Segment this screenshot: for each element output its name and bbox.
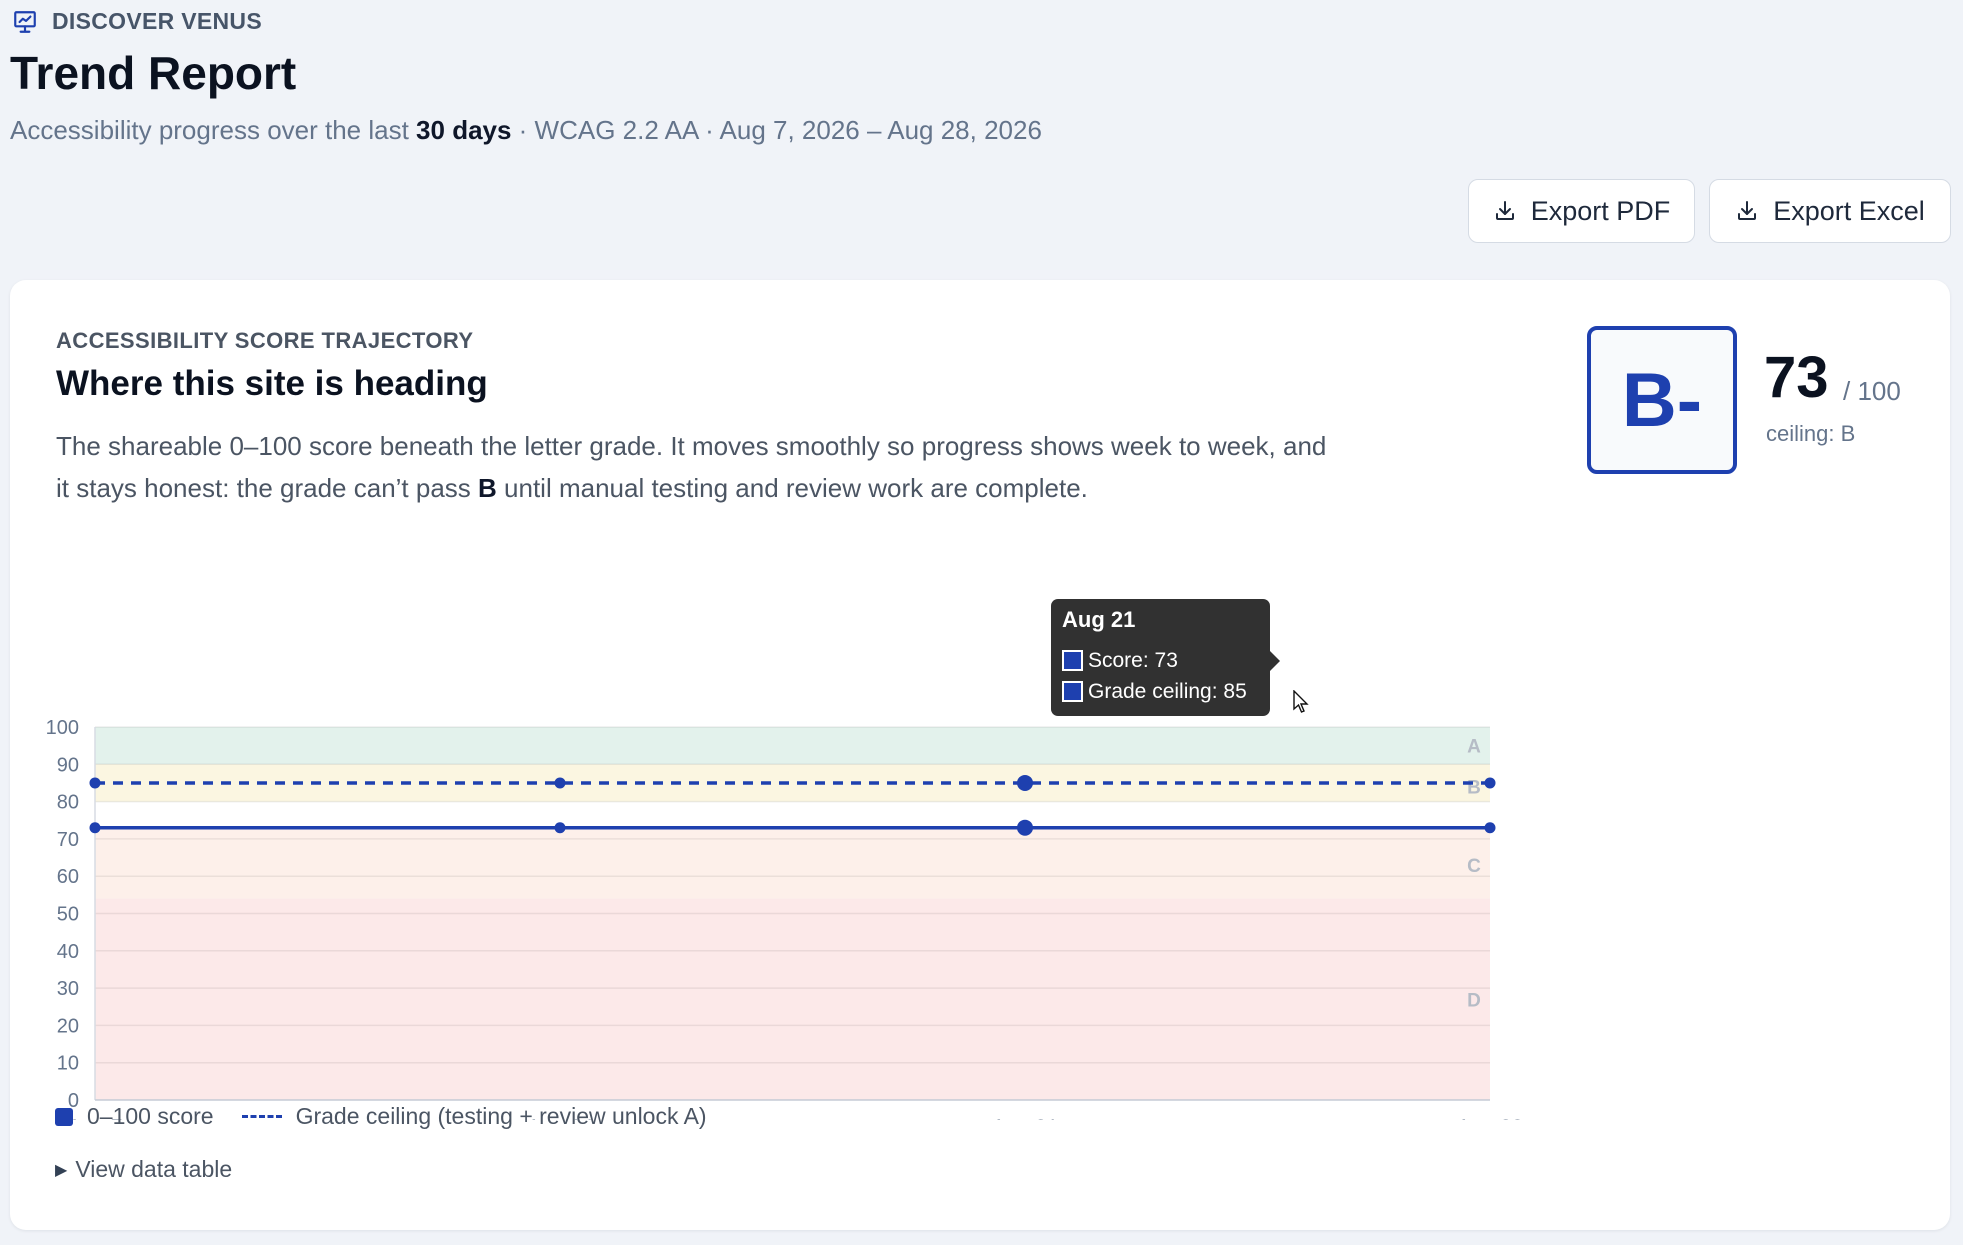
tooltip-score-swatch xyxy=(1062,650,1083,671)
y-tick-label: 10 xyxy=(57,1053,79,1075)
score-trajectory-card: ACCESSIBILITY SCORE TRAJECTORY Where thi… xyxy=(10,280,1950,1230)
page-subtitle: Accessibility progress over the last 30 … xyxy=(10,115,1042,146)
letter-grade-badge: B- xyxy=(1587,326,1737,474)
grade-band-label-d: D xyxy=(1467,990,1481,1011)
view-data-table-label: View data table xyxy=(75,1156,233,1182)
grade-band-b xyxy=(95,764,1490,802)
tooltip-date: Aug 21 xyxy=(1062,607,1136,632)
score-max: / 100 xyxy=(1843,376,1901,406)
ceiling-point xyxy=(554,777,566,789)
score-point xyxy=(1484,822,1496,834)
desc-text-2: until manual testing and review work are… xyxy=(496,473,1088,503)
grade-band-label-b: B xyxy=(1467,778,1481,799)
mouse-pointer-icon xyxy=(1293,690,1309,713)
desc-bold-grade: B xyxy=(478,473,497,503)
grade-band-d xyxy=(95,898,1490,1100)
view-data-table-toggle[interactable]: ▶ View data table xyxy=(55,1156,232,1183)
disclosure-triangle-icon: ▶ xyxy=(55,1161,68,1179)
y-tick-label: 50 xyxy=(57,904,79,926)
score-value: 73 xyxy=(1764,345,1829,410)
ceiling-point xyxy=(1484,777,1496,789)
score-point xyxy=(554,822,566,834)
legend-score-label: 0–100 score xyxy=(87,1103,214,1129)
tooltip-ceiling-row: Grade ceiling: 85 xyxy=(1062,676,1259,707)
grade-band-a xyxy=(95,727,1490,765)
chart-legend: 0–100 score Grade ceiling (testing + rev… xyxy=(55,1103,707,1130)
site-eyebrow: DISCOVER VENUS xyxy=(12,8,262,35)
site-name: DISCOVER VENUS xyxy=(52,8,262,34)
x-tick-label: Aug 28 xyxy=(1457,1116,1524,1120)
export-excel-label: Export Excel xyxy=(1773,195,1925,226)
subtitle-days: 30 days xyxy=(416,115,512,145)
download-icon xyxy=(1495,201,1514,220)
y-tick-label: 20 xyxy=(57,1015,79,1037)
legend-ceiling-label: Grade ceiling (testing + review unlock A… xyxy=(295,1103,707,1129)
page-title: Trend Report xyxy=(10,47,297,99)
tooltip-ceiling-swatch xyxy=(1062,681,1083,702)
card-eyebrow: ACCESSIBILITY SCORE TRAJECTORY xyxy=(56,328,474,353)
x-tick-label: Aug 21 xyxy=(992,1116,1059,1120)
tooltip-score-row: Score: 73 xyxy=(1062,645,1259,676)
score-point xyxy=(1017,819,1033,836)
download-icon xyxy=(1738,201,1757,220)
grade-band-label-c: C xyxy=(1467,856,1481,877)
y-tick-label: 40 xyxy=(57,941,79,963)
score-point xyxy=(89,822,101,834)
export-pdf-button[interactable]: Export PDF xyxy=(1468,179,1695,243)
grade-band-label-a: A xyxy=(1467,737,1481,758)
score-trend-chart[interactable]: 0102030405060708090100Aug 7Aug 14Aug 21A… xyxy=(10,530,1950,1120)
subtitle-suffix: · WCAG 2.2 AA · Aug 7, 2026 – Aug 28, 20… xyxy=(511,115,1042,145)
y-tick-label: 100 xyxy=(46,717,79,739)
score-ceiling: ceiling: B xyxy=(1766,421,1856,446)
y-tick-label: 70 xyxy=(57,829,79,851)
y-tick-label: 80 xyxy=(57,792,79,814)
card-description: The shareable 0–100 score beneath the le… xyxy=(56,425,1346,509)
ceiling-point xyxy=(89,777,101,789)
tooltip-score: Score: 73 xyxy=(1088,648,1178,672)
ceiling-point xyxy=(1017,774,1033,791)
chart-tooltip: Aug 21 Score: 73 Grade ceiling: 85 xyxy=(1051,599,1280,716)
export-excel-button[interactable]: Export Excel xyxy=(1709,179,1951,243)
subtitle-prefix: Accessibility progress over the last xyxy=(10,115,417,145)
legend-ceiling-swatch xyxy=(241,1115,282,1118)
y-tick-label: 30 xyxy=(57,978,79,1000)
y-tick-label: 90 xyxy=(57,754,79,776)
card-title: Where this site is heading xyxy=(56,364,488,403)
export-pdf-label: Export PDF xyxy=(1530,195,1671,226)
tooltip-ceiling: Grade ceiling: 85 xyxy=(1088,679,1247,703)
legend-score-swatch xyxy=(55,1107,73,1126)
presentation-chart-icon xyxy=(14,10,36,33)
y-tick-label: 60 xyxy=(57,866,79,888)
